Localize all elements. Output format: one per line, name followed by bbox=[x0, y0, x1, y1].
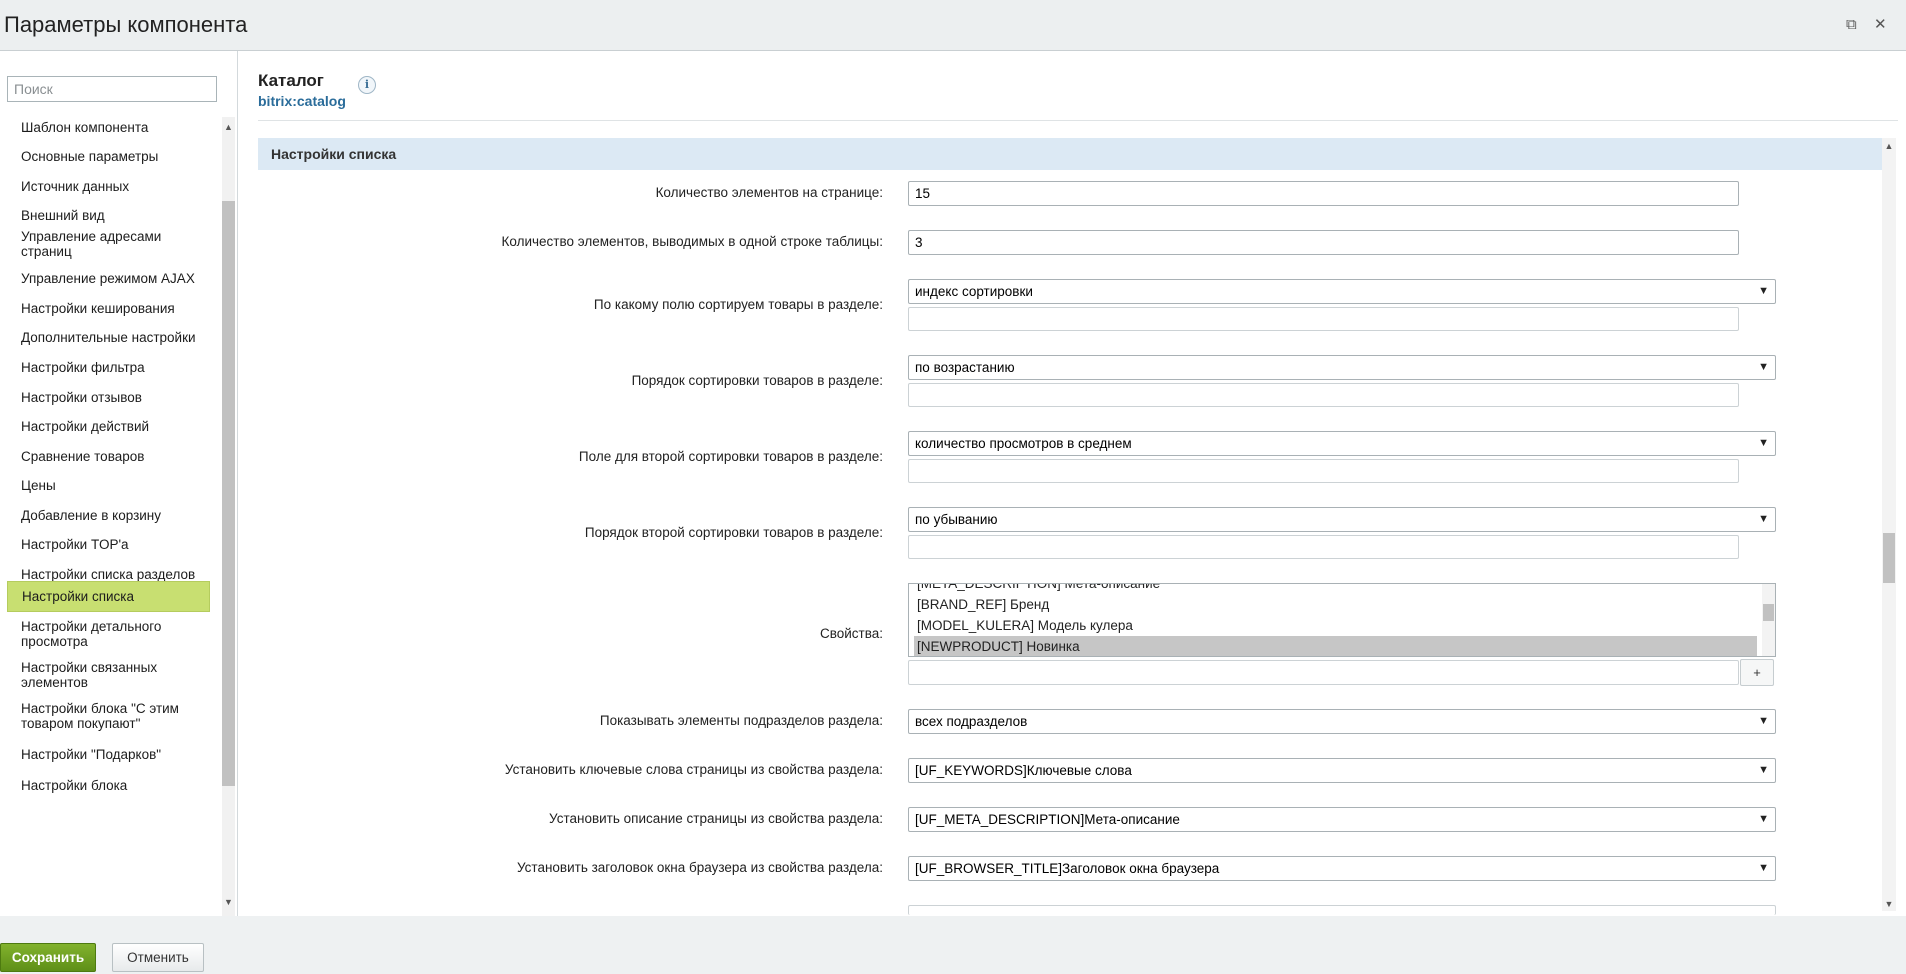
restore-icon[interactable]: ⧉ bbox=[1846, 16, 1857, 34]
keywords-label: Установить ключевые слова страницы из св… bbox=[504, 762, 883, 777]
cancel-button[interactable]: Отменить bbox=[112, 943, 204, 972]
chevron-down-icon: ▼ bbox=[1758, 764, 1769, 776]
sidebar-item-ajax[interactable]: Управление режимом AJAX bbox=[7, 267, 210, 290]
properties-listbox[interactable]: [META_DESCRIPTION] Мета-описание [BRAND_… bbox=[908, 583, 1776, 657]
component-id: bitrix:catalog bbox=[258, 93, 346, 109]
subsections-label: Показывать элементы подразделов раздела: bbox=[599, 713, 883, 728]
list-item-selected[interactable]: [NEWPRODUCT] Новинка bbox=[914, 636, 1757, 656]
keywords-value: [UF_KEYWORDS]Ключевые слова bbox=[915, 763, 1132, 778]
list-item[interactable]: [MODEL_KULERA] Модель кулера bbox=[914, 615, 1757, 636]
sidebar: Шаблон компонента Основные параметры Ист… bbox=[0, 51, 238, 963]
chevron-down-icon: ▼ bbox=[1758, 862, 1769, 874]
browser-title-select[interactable]: [UF_BROWSER_TITLE]Заголовок окна браузер… bbox=[908, 856, 1776, 881]
next-field-partial[interactable] bbox=[908, 905, 1776, 915]
section-header: Настройки списка bbox=[258, 138, 1882, 170]
sort-field-label: По какому полю сортируем товары в раздел… bbox=[593, 297, 883, 312]
sort2-field-select[interactable]: количество просмотров в среднем ▼ bbox=[908, 431, 1776, 456]
sort-order-custom-input[interactable] bbox=[908, 383, 1739, 407]
add-property-button[interactable]: + bbox=[1740, 659, 1774, 686]
sidebar-item-block[interactable]: Настройки блока bbox=[7, 774, 210, 797]
sidebar-item-urls[interactable]: Управление адресами страниц bbox=[7, 227, 210, 261]
sort2-field-label: Поле для второй сортировки товаров в раз… bbox=[578, 449, 883, 464]
line-count-input[interactable]: 3 bbox=[908, 230, 1739, 255]
info-icon[interactable]: i bbox=[358, 76, 376, 94]
list-item[interactable]: [META_DESCRIPTION] Мета-описание bbox=[914, 584, 1757, 594]
description-select[interactable]: [UF_META_DESCRIPTION]Мета-описание ▼ bbox=[908, 807, 1776, 832]
properties-label: Свойства: bbox=[819, 626, 883, 641]
sort2-field-custom-input[interactable] bbox=[908, 459, 1739, 483]
sidebar-item-prices[interactable]: Цены bbox=[7, 474, 210, 497]
sidebar-item-detail[interactable]: Настройки детального просмотра bbox=[7, 617, 210, 651]
list-item[interactable]: [BRAND_REF] Бренд bbox=[914, 594, 1757, 615]
sidebar-item-actions[interactable]: Настройки действий bbox=[7, 415, 210, 438]
browser-title-value: [UF_BROWSER_TITLE]Заголовок окна браузер… bbox=[915, 861, 1220, 876]
section-title: Настройки списка bbox=[271, 146, 397, 162]
component-name: Каталог bbox=[258, 71, 324, 90]
sidebar-nav: Шаблон компонента Основные параметры Ист… bbox=[7, 116, 210, 963]
divider bbox=[258, 120, 1898, 121]
sidebar-item-additional[interactable]: Дополнительные настройки bbox=[7, 326, 210, 349]
sidebar-item-filter[interactable]: Настройки фильтра bbox=[7, 356, 210, 379]
sidebar-scrollbar-thumb[interactable] bbox=[222, 201, 235, 786]
sidebar-item-linked[interactable]: Настройки связанных элементов bbox=[7, 658, 210, 692]
sort-field-select[interactable]: индекс сортировки ▼ bbox=[908, 279, 1776, 304]
scroll-up-icon[interactable]: ▲ bbox=[222, 120, 235, 134]
chevron-down-icon: ▼ bbox=[1758, 361, 1769, 373]
description-label: Установить описание страницы из свойства… bbox=[549, 811, 883, 826]
close-icon[interactable]: ✕ bbox=[1874, 16, 1887, 34]
window-title: Параметры компонента bbox=[4, 12, 248, 37]
sort-field-value: индекс сортировки bbox=[915, 284, 1033, 299]
sort2-order-custom-input[interactable] bbox=[908, 535, 1739, 559]
sidebar-item-reviews[interactable]: Настройки отзывов bbox=[7, 386, 210, 409]
properties-custom-input[interactable] bbox=[908, 660, 1739, 685]
sidebar-item-cache[interactable]: Настройки кеширования bbox=[7, 297, 210, 320]
listbox-scrollbar-thumb[interactable] bbox=[1763, 604, 1774, 621]
sort2-order-value: по убыванию bbox=[915, 512, 998, 527]
sort-order-label: Порядок сортировки товаров в разделе: bbox=[631, 373, 883, 388]
sort-order-select[interactable]: по возрастанию ▼ bbox=[908, 355, 1776, 380]
main-scrollbar[interactable] bbox=[1882, 138, 1896, 911]
sort2-order-label: Порядок второй сортировки товаров в разд… bbox=[584, 525, 883, 540]
browser-title-label: Установить заголовок окна браузера из св… bbox=[517, 860, 883, 875]
sort2-field-value: количество просмотров в среднем bbox=[915, 436, 1132, 451]
sidebar-item-appearance[interactable]: Внешний вид bbox=[7, 204, 210, 227]
line-count-label: Количество элементов, выводимых в одной … bbox=[501, 234, 884, 249]
search-input[interactable] bbox=[7, 76, 217, 102]
sort-order-value: по возрастанию bbox=[915, 360, 1015, 375]
title-bar: Параметры компонента ⧉ ✕ bbox=[0, 0, 1906, 51]
sidebar-item-template[interactable]: Шаблон компонента bbox=[7, 116, 210, 139]
main-scroll-up-icon[interactable]: ▲ bbox=[1882, 141, 1896, 151]
sidebar-item-basket[interactable]: Добавление в корзину bbox=[7, 504, 210, 527]
chevron-down-icon: ▼ bbox=[1758, 437, 1769, 449]
keywords-select[interactable]: [UF_KEYWORDS]Ключевые слова ▼ bbox=[908, 758, 1776, 783]
save-button[interactable]: Сохранить bbox=[0, 943, 96, 972]
subsections-select[interactable]: всех подразделов ▼ bbox=[908, 709, 1776, 734]
sidebar-item-compare[interactable]: Сравнение товаров bbox=[7, 445, 210, 468]
page-count-label: Количество элементов на странице: bbox=[655, 185, 883, 200]
chevron-down-icon: ▼ bbox=[1758, 715, 1769, 727]
main-scrollbar-thumb[interactable] bbox=[1883, 533, 1895, 583]
sidebar-item-basic[interactable]: Основные параметры bbox=[7, 145, 210, 168]
sidebar-item-list-settings[interactable]: Настройки списка bbox=[7, 581, 210, 612]
page-count-input[interactable]: 15 bbox=[908, 181, 1739, 206]
sidebar-item-top[interactable]: Настройки TOP'а bbox=[7, 533, 210, 556]
chevron-down-icon: ▼ bbox=[1758, 285, 1769, 297]
sidebar-item-also-bought[interactable]: Настройки блока "С этим товаром покупают… bbox=[7, 699, 210, 733]
sort-field-custom-input[interactable] bbox=[908, 307, 1739, 331]
subsections-value: всех подразделов bbox=[915, 714, 1028, 729]
chevron-down-icon: ▼ bbox=[1758, 813, 1769, 825]
scroll-down-icon[interactable]: ▼ bbox=[222, 895, 235, 909]
sidebar-item-data-source[interactable]: Источник данных bbox=[7, 175, 210, 198]
main-scroll-down-icon[interactable]: ▼ bbox=[1882, 899, 1896, 909]
sort2-order-select[interactable]: по убыванию ▼ bbox=[908, 507, 1776, 532]
footer-bar bbox=[0, 916, 1906, 974]
description-value: [UF_META_DESCRIPTION]Мета-описание bbox=[915, 812, 1180, 827]
sidebar-item-gifts[interactable]: Настройки "Подарков" bbox=[7, 743, 210, 766]
chevron-down-icon: ▼ bbox=[1758, 513, 1769, 525]
